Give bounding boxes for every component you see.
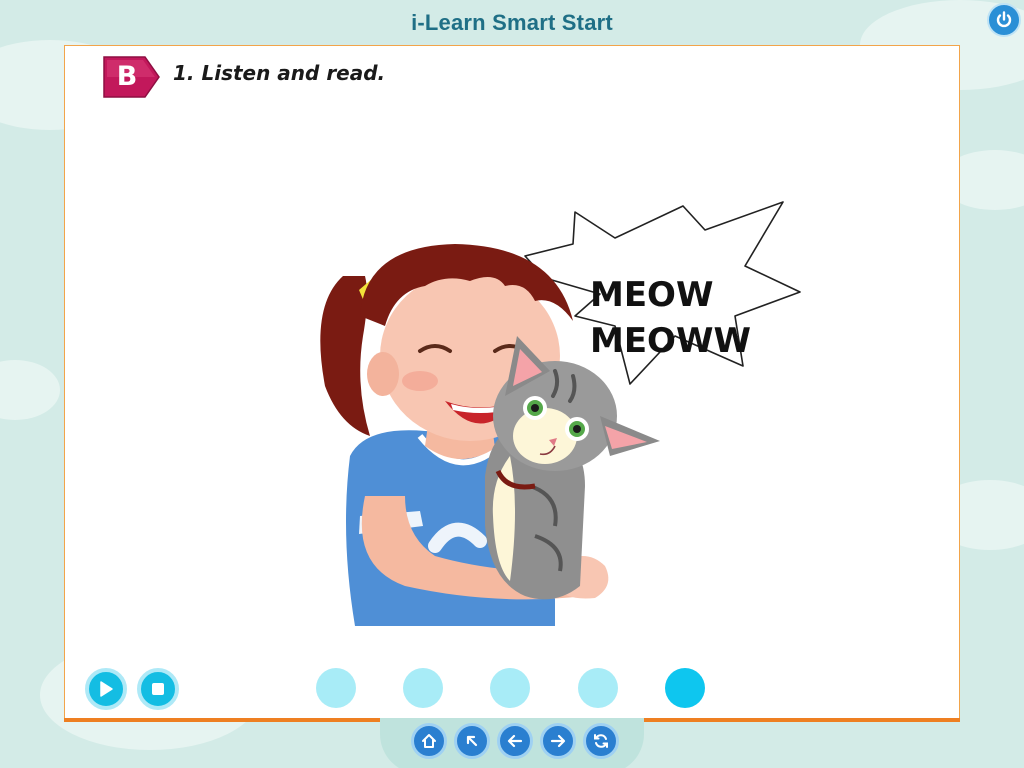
refresh-icon [594,734,608,748]
background-cloud [0,360,60,420]
back-to-top-icon [466,735,478,747]
home-button[interactable] [411,723,447,759]
speech-line-2: MEOWW [590,321,751,361]
home-icon [422,734,436,748]
page-dot-2[interactable] [403,668,443,708]
page-dot-3[interactable] [490,668,530,708]
page-dot-4[interactable] [578,668,618,708]
page-dot-5-active[interactable] [665,668,705,708]
stop-icon [152,683,164,695]
speech-line-1: MEOW [590,275,713,315]
power-icon [996,11,1012,28]
previous-button[interactable] [497,723,533,759]
lesson-panel: B 1. Listen and read. MEOW MEOWW [64,45,960,721]
app-title: i-Learn Smart Start [411,10,613,35]
section-badge: B [101,55,161,99]
next-button[interactable] [540,723,576,759]
girl-and-cat-illustration: MEOW MEOWW [320,201,801,626]
back-to-top-button[interactable] [454,723,490,759]
section-letter: B [116,61,138,92]
play-icon [100,681,113,697]
play-button[interactable] [85,668,127,710]
instruction-text: 1. Listen and read. [173,61,386,85]
previous-icon [507,734,523,748]
page-dot-1[interactable] [316,668,356,708]
refresh-button[interactable] [583,723,619,759]
next-icon [550,734,566,748]
stop-button[interactable] [137,668,179,710]
power-button[interactable] [987,3,1021,37]
